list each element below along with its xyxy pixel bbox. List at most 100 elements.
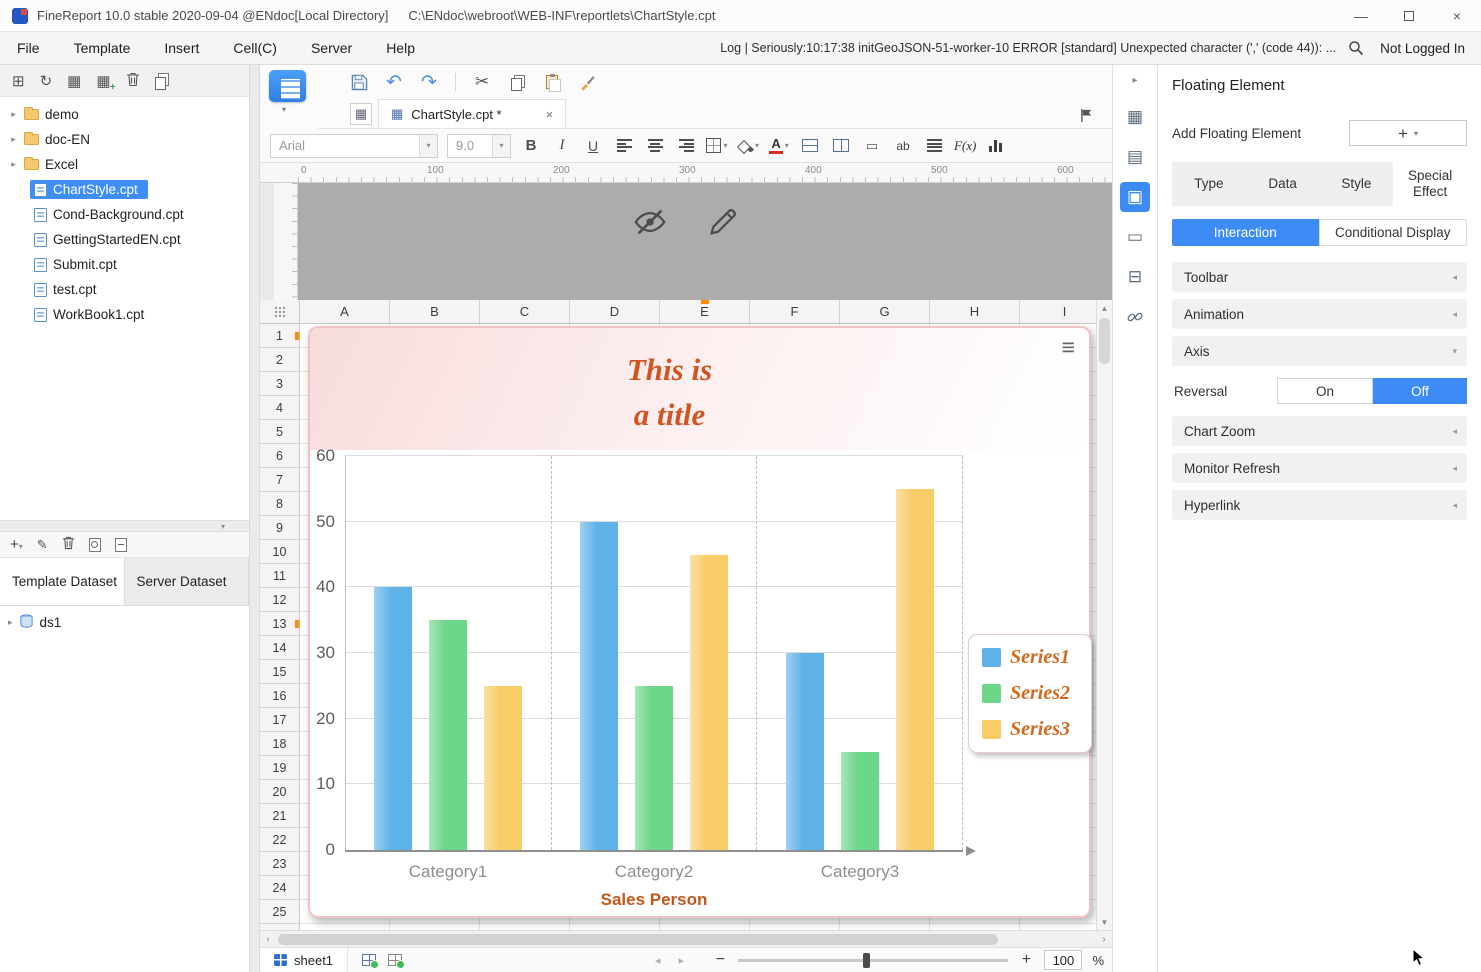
zoom-value-input[interactable]: 100 — [1044, 950, 1083, 970]
edit-element-icon[interactable] — [706, 205, 740, 242]
text-field-button[interactable]: ▭ — [861, 134, 883, 158]
tab-special-effect[interactable]: Special Effect — [1393, 162, 1467, 206]
tree-item-demo[interactable]: ▸ demo — [0, 102, 249, 127]
tab-list-icon[interactable]: ▦ — [350, 103, 372, 125]
column-header-E[interactable]: E — [660, 300, 750, 323]
tab-template-dataset[interactable]: Template Dataset — [0, 558, 125, 606]
chart-legend[interactable]: Series1 Series2 Series3 — [968, 634, 1092, 753]
vertical-scrollbar[interactable]: ▲ ▼ — [1096, 300, 1112, 930]
bar-series1-category2[interactable] — [580, 521, 618, 850]
align-right-button[interactable] — [675, 134, 697, 158]
italic-button[interactable]: I — [551, 134, 573, 158]
hyperlink-icon[interactable] — [1120, 302, 1150, 332]
row-header-5[interactable]: 5 — [260, 420, 299, 444]
add-report-icon[interactable]: ▦ — [96, 72, 115, 93]
row-header-14[interactable]: 14 — [260, 636, 299, 660]
log-status-text[interactable]: Log | Seriously:10:17:38 initGeoJSON-51-… — [720, 41, 1336, 55]
row-header-2[interactable]: 2 — [260, 348, 299, 372]
fill-color-button[interactable]: ▾ — [737, 134, 759, 158]
menu-help[interactable]: Help — [369, 40, 432, 56]
chevron-down-icon[interactable]: ▾ — [492, 134, 510, 157]
widget-settings-icon[interactable]: ▭ — [1120, 222, 1150, 252]
prev-sheet-icon[interactable]: ◂ — [655, 954, 661, 967]
font-family-select[interactable]: Arial ▾ — [270, 133, 438, 158]
format-painter-icon[interactable] — [576, 71, 598, 93]
column-header-D[interactable]: D — [570, 300, 660, 323]
tab-style[interactable]: Style — [1320, 162, 1394, 206]
horizontal-scroll-thumb[interactable] — [278, 934, 998, 945]
chevron-right-icon[interactable]: ▸ — [7, 134, 20, 145]
search-icon[interactable] — [1348, 40, 1364, 56]
subtab-interaction[interactable]: Interaction — [1172, 219, 1319, 246]
column-header-A[interactable]: A — [300, 300, 390, 323]
legend-item-series1[interactable]: Series1 — [982, 646, 1091, 669]
formula-button[interactable]: F(x) — [954, 134, 976, 158]
cell-element-icon[interactable]: ▤ — [1120, 142, 1150, 172]
tab-type[interactable]: Type — [1172, 162, 1246, 206]
row-header-19[interactable]: 19 — [260, 756, 299, 780]
row-header-21[interactable]: 21 — [260, 804, 299, 828]
section-toolbar[interactable]: Toolbar ◂ — [1172, 262, 1467, 292]
row-header-12[interactable]: 12 — [260, 588, 299, 612]
add-dataset-icon[interactable]: +▾ — [10, 536, 23, 553]
zoom-slider-thumb[interactable] — [863, 952, 871, 968]
text-style-button[interactable]: ab — [892, 134, 914, 158]
preview-dataset-icon[interactable] — [88, 537, 101, 552]
reversal-on-option[interactable]: On — [1277, 378, 1373, 404]
border-button[interactable]: ▾ — [706, 134, 728, 158]
close-tab-icon[interactable]: × — [546, 107, 554, 122]
column-header-H[interactable]: H — [930, 300, 1020, 323]
chevron-right-icon[interactable]: ▸ — [7, 109, 20, 120]
scroll-down-icon[interactable]: ▼ — [1097, 914, 1112, 930]
hide-element-icon[interactable] — [632, 205, 668, 242]
close-button[interactable]: × — [1433, 0, 1481, 31]
menu-insert[interactable]: Insert — [147, 40, 216, 56]
tree-item-excel[interactable]: ▸ Excel — [0, 152, 249, 177]
section-axis[interactable]: Axis ▾ — [1172, 336, 1467, 366]
collapse-handle-icon[interactable]: ▾ — [221, 522, 225, 531]
dataset-item-ds1[interactable]: ▸ ds1 — [0, 610, 249, 635]
row-header-23[interactable]: 23 — [260, 852, 299, 876]
row-header-20[interactable]: 20 — [260, 780, 299, 804]
row-header-4[interactable]: 4 — [260, 396, 299, 420]
column-header-I[interactable]: I — [1020, 300, 1096, 323]
tree-item-workbook1[interactable]: WorkBook1.cpt — [0, 302, 249, 327]
section-chart-zoom[interactable]: Chart Zoom ◂ — [1172, 416, 1467, 446]
bar-series1-category1[interactable] — [374, 587, 413, 850]
zoom-in-button[interactable]: + — [1018, 951, 1034, 969]
tab-server-dataset[interactable]: Server Dataset — [124, 558, 249, 606]
tree-item-doc-en[interactable]: ▸ doc-EN — [0, 127, 249, 152]
zoom-slider[interactable] — [738, 952, 1009, 968]
row-header-9[interactable]: 9 — [260, 516, 299, 540]
tree-item-test[interactable]: test.cpt — [0, 277, 249, 302]
row-header-22[interactable]: 22 — [260, 828, 299, 852]
edit-dataset-icon[interactable]: ✎ — [37, 537, 48, 553]
tree-item-gettingstarted[interactable]: GettingStartedEN.cpt — [0, 227, 249, 252]
tree-item-chartstyle[interactable]: ChartStyle.cpt — [0, 177, 249, 202]
bar-series3-category2[interactable] — [690, 554, 728, 850]
menu-server[interactable]: Server — [294, 40, 369, 56]
tree-item-submit[interactable]: Submit.cpt — [0, 252, 249, 277]
bar-series2-category2[interactable] — [635, 685, 673, 850]
unmerge-cells-button[interactable] — [830, 134, 852, 158]
cut-icon[interactable]: ✂ — [471, 71, 493, 93]
chevron-right-icon[interactable]: ▸ — [8, 617, 13, 628]
copy-template-icon[interactable] — [154, 73, 169, 90]
scroll-up-icon[interactable]: ▲ — [1097, 300, 1112, 316]
zoom-out-button[interactable]: − — [712, 951, 728, 969]
bar-series1-category3[interactable] — [785, 653, 824, 850]
subtab-conditional-display[interactable]: Conditional Display — [1318, 219, 1467, 246]
bar-series2-category3[interactable] — [840, 751, 879, 850]
panel-splitter[interactable] — [250, 65, 260, 972]
bar-series3-category1[interactable] — [484, 685, 523, 850]
tab-data[interactable]: Data — [1246, 162, 1320, 206]
delete-icon[interactable] — [126, 72, 140, 90]
row-header-24[interactable]: 24 — [260, 876, 299, 900]
add-grid-sheet-icon[interactable] — [362, 954, 380, 969]
chevron-down-icon[interactable]: ▾ — [419, 134, 437, 157]
section-hyperlink[interactable]: Hyperlink ◂ — [1172, 490, 1467, 520]
underline-button[interactable]: U — [582, 134, 604, 158]
reversal-off-option[interactable]: Off — [1373, 378, 1467, 404]
undo-icon[interactable]: ↶ — [383, 71, 405, 93]
scroll-right-icon[interactable]: › — [1096, 931, 1112, 947]
